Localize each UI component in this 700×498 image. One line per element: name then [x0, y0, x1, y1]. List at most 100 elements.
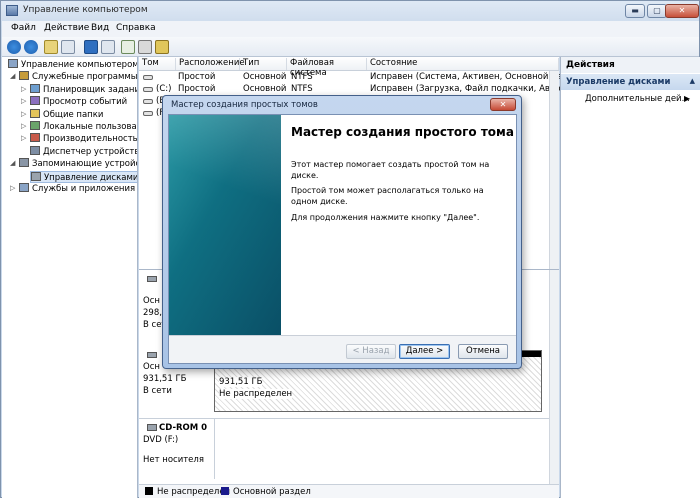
- storage-icon: [19, 158, 29, 168]
- wizard-text-2: Простой том может располагаться только н…: [291, 186, 484, 206]
- cell-fs: NTFS: [291, 72, 313, 82]
- actions-section-disk-management[interactable]: Управление дисками ▲: [561, 74, 700, 90]
- legend-unallocated-swatch: [145, 487, 153, 495]
- tree-item[interactable]: Диспетчер устройств: [30, 145, 137, 158]
- menu-file[interactable]: Файл: [11, 23, 36, 33]
- maximize-button[interactable]: ▢: [647, 4, 667, 18]
- col-volume[interactable]: Том: [139, 58, 176, 70]
- tools-icon: [19, 71, 29, 81]
- legend-unallocated: Не распределен: [145, 487, 230, 497]
- back-button[interactable]: < Назад: [346, 344, 396, 359]
- legend-primary: Основной раздел: [221, 487, 311, 497]
- tree-item[interactable]: Службы и приложения: [19, 183, 135, 195]
- cdrom-row[interactable]: CD-ROM 0 DVD (F:) Нет носителя: [139, 418, 549, 479]
- expand-arrow-icon[interactable]: ▷: [21, 110, 26, 118]
- tree-item[interactable]: Служебные программы: [19, 71, 137, 83]
- cdrom-state: Нет носителя: [143, 455, 204, 465]
- disk-icon: [147, 352, 157, 358]
- disk-1-state: В сети: [143, 386, 172, 396]
- help-icon[interactable]: [84, 40, 98, 54]
- minimize-button[interactable]: ▬: [625, 4, 645, 18]
- dialog-body: Мастер создания простого тома Этот масте…: [168, 114, 517, 364]
- wizard-text-3: Для продолжения нажмите кнопку "Далее".: [291, 213, 480, 222]
- tree-item[interactable]: Управление дисками: [30, 170, 137, 183]
- disk-icon: [31, 171, 41, 181]
- tree-item[interactable]: Запоминающие устройст: [19, 158, 138, 170]
- legend-primary-swatch: [221, 487, 229, 495]
- cell-vol: (C:): [156, 84, 172, 94]
- more-actions-item[interactable]: Дополнительные дей...: [585, 94, 690, 104]
- wizard-footer: < Назад Далее > Отмена: [169, 335, 516, 363]
- actions-pane: Действия Управление дисками ▲ Дополнител…: [560, 57, 700, 498]
- col-type[interactable]: Тип: [240, 58, 287, 70]
- cell-type: Основной: [243, 72, 287, 82]
- menu-view[interactable]: Вид: [91, 23, 109, 33]
- collapse-arrow-icon[interactable]: ◢: [10, 72, 15, 80]
- legend-unallocated-label: Не распределен: [157, 487, 231, 497]
- col-status[interactable]: Состояние: [367, 58, 559, 70]
- tree-item-label: Общие папки: [43, 109, 104, 120]
- tree-item[interactable]: Управление компьютером (л: [8, 59, 137, 71]
- disk-icon: [147, 276, 157, 282]
- up-folder-icon[interactable]: [44, 40, 58, 54]
- volume-icon: [143, 99, 153, 104]
- disk-view-scrollbar[interactable]: [549, 270, 559, 484]
- main-window: Управление компьютером ▬ ▢ ✕ Файл Действ…: [0, 0, 700, 498]
- legend: Не распределен Основной раздел: [139, 484, 559, 498]
- window-title: Управление компьютером: [23, 5, 148, 15]
- tree-item-label: Производительность: [43, 134, 138, 145]
- services-icon: [19, 183, 29, 192]
- show-hide-tree-icon[interactable]: [61, 40, 75, 54]
- back-icon[interactable]: [7, 40, 21, 54]
- collapse-arrow-icon[interactable]: ◢: [10, 159, 15, 167]
- settings-icon[interactable]: [138, 40, 152, 54]
- disk-1-size: 931,51 ГБ: [143, 374, 187, 384]
- cdrom-icon: [147, 424, 157, 431]
- export-icon[interactable]: [155, 40, 169, 54]
- tree-item[interactable]: Производительность: [30, 133, 138, 145]
- toolbar: [2, 37, 699, 57]
- console-tree: Управление компьютером (л ◢ Служебные прог…: [2, 57, 138, 498]
- forward-icon[interactable]: [24, 40, 38, 54]
- tree-item-label: Службы и приложения: [32, 184, 136, 194]
- wizard-text-1: Этот мастер помогает создать простой том…: [291, 160, 490, 180]
- device-icon: [30, 145, 40, 155]
- tree-item[interactable]: Планировщик заданий: [30, 83, 138, 96]
- expand-arrow-icon[interactable]: ▷: [21, 122, 26, 130]
- wizard-heading: Мастер создания простого тома: [291, 125, 514, 139]
- expand-arrow-icon[interactable]: ▷: [21, 134, 26, 142]
- computer-icon: [8, 59, 18, 68]
- menu-help[interactable]: Справка: [116, 23, 156, 33]
- actions-header: Действия: [561, 57, 700, 73]
- folder-icon: [30, 108, 40, 118]
- table-row[interactable]: Простой Основной NTFS Исправен (Система, Ак…: [139, 72, 586, 84]
- cancel-button[interactable]: Отмена: [458, 344, 508, 359]
- col-layout[interactable]: Расположение: [176, 58, 245, 70]
- volume-icon: [143, 75, 153, 80]
- divider: [214, 419, 215, 479]
- tree-item-label: Просмотр событий: [43, 97, 128, 108]
- tree-item[interactable]: Локальные пользовате: [30, 121, 138, 133]
- cdrom-title: CD-ROM 0: [159, 423, 208, 433]
- dialog-close-button[interactable]: ✕: [490, 98, 516, 111]
- next-button[interactable]: Далее >: [399, 344, 450, 359]
- new-simple-volume-wizard: Мастер создания простых томов ✕ Мастер с…: [162, 95, 522, 369]
- tree-item[interactable]: Просмотр событий: [30, 96, 127, 108]
- expand-arrow-icon[interactable]: ▷: [21, 85, 26, 93]
- expand-arrow-icon[interactable]: ▷: [10, 184, 15, 192]
- tree-item-label: Планировщик заданий: [43, 84, 138, 95]
- partition-state: Не распределен: [219, 389, 293, 399]
- refresh-icon[interactable]: [121, 40, 135, 54]
- close-button[interactable]: ✕: [665, 4, 699, 18]
- tree-item-label: Запоминающие устройст: [32, 159, 138, 170]
- tree-item-label: Локальные пользовате: [43, 122, 138, 132]
- col-filesystem[interactable]: Файловая система: [287, 58, 367, 78]
- collapse-icon[interactable]: ▲: [690, 77, 695, 85]
- menu-action[interactable]: Действие: [44, 23, 89, 33]
- cell-fs: NTFS: [291, 84, 313, 94]
- properties-icon[interactable]: [101, 40, 115, 54]
- expand-arrow-icon[interactable]: ▷: [21, 97, 26, 105]
- volume-list-scrollbar[interactable]: [549, 71, 559, 269]
- tree-item[interactable]: Общие папки: [30, 108, 104, 121]
- volume-list-header: Том Расположение Тип Файловая система Со…: [139, 57, 559, 78]
